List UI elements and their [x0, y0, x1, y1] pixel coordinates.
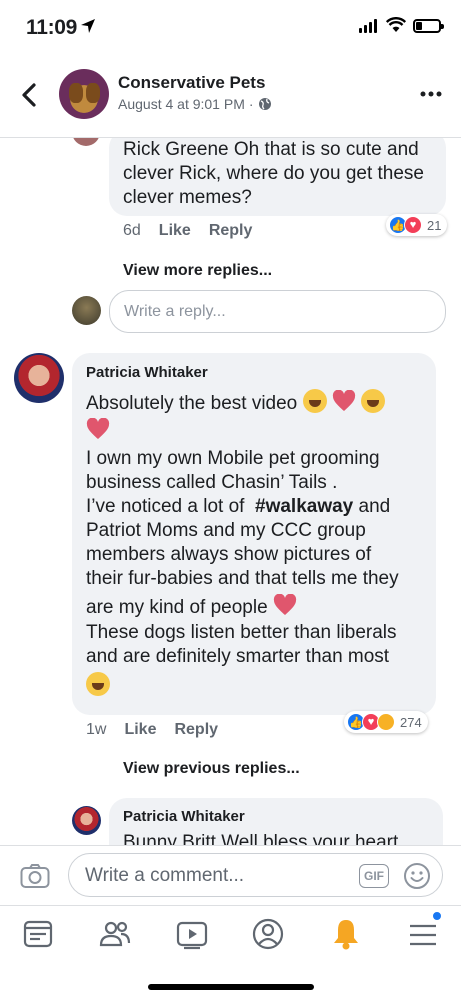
view-more-replies-link[interactable]: View more replies... — [123, 262, 272, 280]
post-date[interactable]: August 4 at 9:01 PM — [118, 96, 245, 112]
like-button[interactable]: Like — [159, 222, 191, 240]
status-bar: 11:09 — [0, 0, 461, 56]
status-time: 11:09 — [26, 16, 78, 39]
commenter-avatar[interactable] — [14, 353, 64, 403]
comment-line: I’ve noticed a lot of — [86, 496, 245, 517]
view-previous-replies-link[interactable]: View previous replies... — [123, 760, 300, 778]
comment-input[interactable]: Write a comment... GIF — [68, 853, 443, 897]
heart-emoji-icon — [332, 390, 355, 411]
post-header: Conservative Pets August 4 at 9:01 PM · — [0, 56, 461, 138]
comment-line: their fur-babies and that tells me they — [86, 568, 399, 589]
laughing-emoji-icon — [86, 672, 110, 696]
cellular-signal-icon — [359, 19, 377, 33]
news-feed-icon[interactable] — [20, 916, 56, 952]
comment-line: Absolutely the best video — [86, 393, 298, 414]
menu-icon[interactable] — [405, 916, 441, 952]
reaction-summary[interactable]: 👍 ♥ 274 — [344, 711, 428, 733]
comment-line: and — [358, 496, 391, 517]
reply-button[interactable]: Reply — [174, 721, 218, 739]
home-indicator[interactable] — [148, 984, 314, 990]
reply-author[interactable]: Rick Greene — [123, 139, 229, 160]
friends-icon[interactable] — [97, 916, 133, 952]
battery-icon — [413, 19, 444, 33]
reply-age: 6d — [123, 222, 141, 239]
comment-bubble: Patricia Whitaker Absolutely the best vi… — [72, 353, 436, 715]
reply-meta: 6d Like Reply — [123, 222, 252, 240]
reply-placeholder: Write a reply... — [124, 302, 226, 320]
comment-composer: Write a comment... GIF — [0, 845, 461, 905]
comment-line: and are definitely smarter than most — [86, 646, 390, 667]
reaction-count: 21 — [427, 217, 442, 233]
reaction-summary[interactable]: 👍 ♥ 21 — [386, 214, 448, 236]
comments-feed[interactable]: Rick Greene Oh that is so cute and cleve… — [0, 138, 461, 845]
heart-emoji-icon — [273, 594, 297, 615]
comment-placeholder: Write a comment... — [85, 865, 245, 886]
laughing-emoji-icon — [361, 389, 386, 413]
current-user-avatar — [72, 296, 101, 325]
reply-button[interactable]: Reply — [209, 222, 253, 240]
comment-author[interactable]: Patricia Whitaker — [86, 364, 208, 381]
love-reaction-icon: ♥ — [404, 216, 422, 234]
post-subtitle: August 4 at 9:01 PM · — [118, 96, 272, 112]
commenter-avatar[interactable] — [72, 806, 101, 835]
heart-emoji-icon — [86, 418, 110, 439]
comment-age: 1w — [86, 721, 107, 738]
wifi-icon — [386, 17, 406, 32]
page-avatar[interactable] — [59, 69, 109, 119]
reply-bubble: Rick Greene Oh that is so cute and cleve… — [109, 138, 446, 216]
reaction-count: 274 — [400, 714, 422, 730]
reply-author[interactable]: Patricia Whitaker — [123, 808, 245, 825]
watch-icon[interactable] — [174, 916, 210, 952]
hashtag-link[interactable]: #walkaway — [255, 496, 353, 517]
camera-icon[interactable] — [20, 863, 50, 889]
reply-text: Rick Greene Oh that is so cute and cleve… — [123, 138, 443, 210]
reply-body: Bunny Britt Well bless your heart. — [123, 832, 404, 845]
avatar[interactable] — [72, 138, 100, 146]
separator-dot: · — [248, 96, 254, 112]
globe-icon — [258, 98, 271, 110]
gif-button[interactable]: GIF — [359, 864, 389, 888]
menu-notification-dot — [432, 911, 442, 921]
comment-meta: 1w Like Reply — [86, 721, 218, 739]
comment-line: Patriot Moms and my CCC group — [86, 520, 366, 541]
comment-line: members always show pictures of — [86, 544, 372, 565]
comment-line: These dogs listen better than liberals — [86, 622, 397, 643]
reply-input[interactable]: Write a reply... — [109, 290, 446, 333]
comment-line: I own my own Mobile pet grooming — [86, 448, 380, 469]
comment-text: Absolutely the best video I own my own M… — [86, 389, 432, 699]
sticker-icon[interactable] — [403, 862, 431, 890]
more-options-icon[interactable] — [420, 91, 442, 97]
back-arrow-icon[interactable] — [18, 80, 42, 110]
page-title[interactable]: Conservative Pets — [118, 73, 265, 93]
notifications-bell-icon[interactable] — [328, 916, 364, 952]
comment-line: are my kind of people — [86, 597, 268, 618]
comment-line: business called Chasin’ Tails . — [86, 472, 338, 493]
laughing-emoji-icon — [302, 389, 327, 413]
profile-icon[interactable] — [250, 916, 286, 952]
like-button[interactable]: Like — [124, 721, 156, 739]
haha-reaction-icon — [377, 713, 395, 731]
reply-bubble: Patricia Whitaker Bunny Britt Well bless… — [109, 798, 443, 845]
location-arrow-icon — [81, 19, 95, 33]
